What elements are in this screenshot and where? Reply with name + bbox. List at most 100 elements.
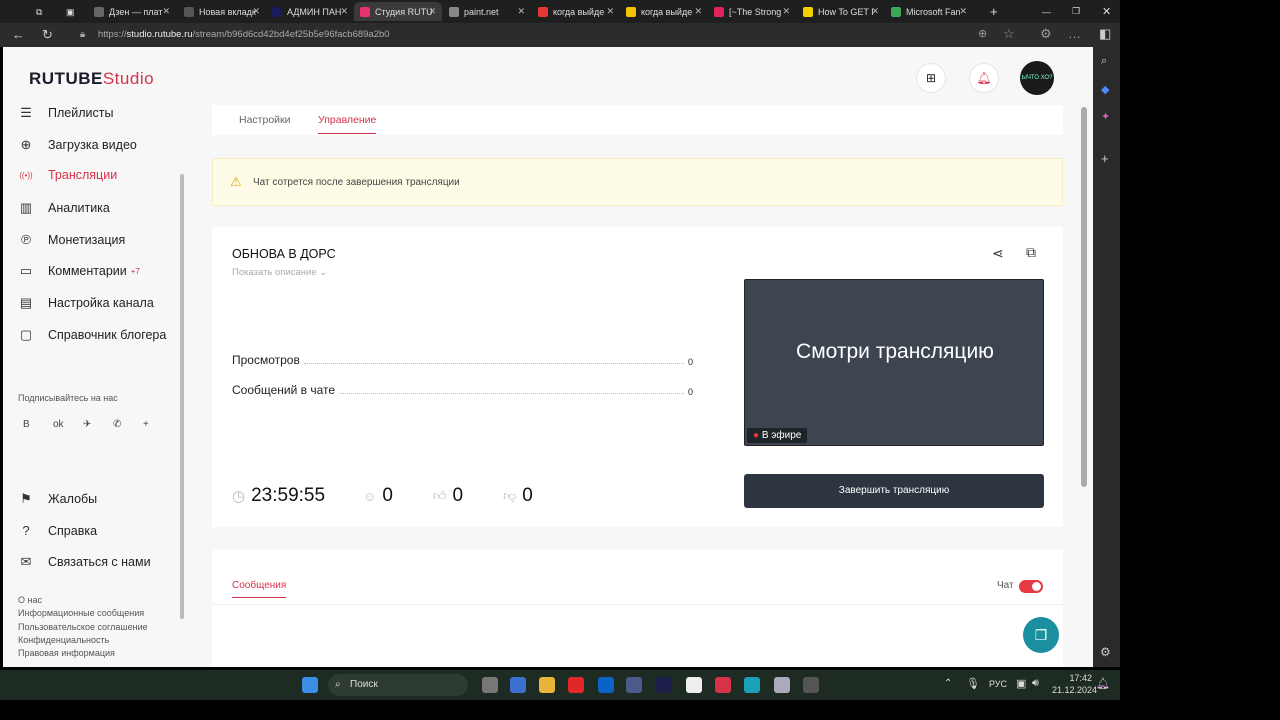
maximize-button[interactable]: ❐ (1066, 2, 1080, 21)
sidebar-bottom-item[interactable]: ✉ Связаться с нами (18, 554, 151, 570)
close-tab-icon[interactable]: ✕ (428, 6, 436, 17)
footer-link[interactable]: Информационные сообщения (18, 608, 144, 618)
browser-tab[interactable]: paint.net ✕ (443, 2, 531, 21)
stat-views: Просмотров 0 (232, 353, 693, 367)
volume-icon[interactable]: 🔊︎ (1032, 677, 1039, 690)
close-tab-icon[interactable]: ✕ (162, 6, 170, 17)
new-tab-button[interactable]: + (984, 2, 998, 21)
close-tab-icon[interactable]: ✕ (517, 6, 525, 17)
footer-link[interactable]: О нас (18, 595, 42, 605)
close-tab-icon[interactable]: ✕ (340, 6, 348, 17)
add-panel-icon[interactable]: + (1101, 151, 1109, 166)
browser-tab[interactable]: Новая вкладк ✕ (178, 2, 266, 21)
favorite-star-icon[interactable]: ☆ (1003, 26, 1015, 42)
more-icon[interactable]: … (1068, 26, 1081, 41)
support-chat-button[interactable]: ❐ (1023, 617, 1059, 653)
stream-card: ОБНОВА В ДОРС Показать описание ⌄ Просмо… (212, 227, 1063, 527)
sidebar-item[interactable]: ☰ Плейлисты (18, 105, 113, 121)
url-field[interactable]: 🔒︎ https://studio.rutube.ru/stream/b96d6c… (76, 27, 976, 43)
close-tab-icon[interactable]: ✕ (252, 6, 260, 17)
sidebar-item[interactable]: ℗ Монетизация (18, 232, 125, 247)
bell-icon: 🔔︎ (976, 71, 992, 85)
browser-tab[interactable]: когда выйде ✕ (620, 2, 708, 21)
back-icon[interactable]: ← (12, 27, 25, 42)
show-description-link[interactable]: Показать описание ⌄ (232, 267, 327, 278)
mic-icon[interactable]: 🎙︎ (966, 677, 980, 690)
browser-tab[interactable]: Студия RUTU ✕ (354, 2, 442, 21)
outlook-icon[interactable] (598, 677, 614, 693)
browser-tab[interactable]: Дзен — плат ✕ (88, 2, 176, 21)
browser-tab[interactable]: когда выйде ✕ (532, 2, 620, 21)
tab-actions-icon[interactable]: ⧉ (30, 3, 42, 22)
store-icon[interactable] (510, 677, 526, 693)
sidebar-toggle-icon[interactable]: ◧ (1099, 26, 1111, 42)
notifications-button[interactable]: 🔔︎ (969, 63, 999, 93)
browser-tab[interactable]: How To GET I ✕ (797, 2, 885, 21)
sidebar-item[interactable]: ▢ Справочник блогера (18, 327, 167, 343)
close-tab-icon[interactable]: ✕ (782, 6, 790, 17)
notification-bell-icon[interactable]: 🔔︎ (1096, 677, 1110, 690)
paint-icon[interactable] (774, 677, 790, 693)
settings-icon[interactable]: ⚙ (1100, 645, 1111, 659)
favicon-icon (538, 6, 548, 17)
social-+-icon[interactable]: + (143, 419, 149, 430)
upload-button[interactable]: ⊞ (916, 63, 946, 93)
app-icon[interactable] (626, 677, 642, 693)
zoom-icon[interactable]: ⊕ (978, 27, 987, 40)
animate-icon[interactable] (656, 677, 672, 693)
tools-icon[interactable]: ✦ (1101, 110, 1110, 123)
social-vk-icon[interactable]: В (23, 419, 30, 430)
sidebar-item-icon: ℗ (21, 232, 31, 247)
footer-link[interactable]: Конфиденциальность (18, 635, 109, 645)
browser-tab[interactable]: АДМИН ПАН ✕ (266, 2, 354, 21)
social-viber-icon[interactable]: ✆ (113, 419, 121, 430)
tray-chevron-icon[interactable]: ⌃ (944, 678, 952, 689)
sidebar-scrollbar[interactable] (180, 112, 184, 662)
footer-link[interactable]: Правовая информация (18, 648, 115, 658)
task-view-icon[interactable] (482, 677, 498, 693)
close-tab-icon[interactable]: ✕ (959, 6, 967, 17)
tab-management[interactable]: Управление (318, 114, 377, 134)
sidebar-bottom-item[interactable]: ⚑ Жалобы (18, 491, 97, 507)
reload-icon[interactable]: ↻ (42, 27, 53, 43)
avatar[interactable]: ЫЧТО ХО? (1020, 61, 1054, 95)
dislike-icon: 👎︎ (503, 488, 517, 503)
social-tg-icon[interactable]: ✈ (83, 419, 91, 430)
browser-tab[interactable]: [~The Strong ✕ (708, 2, 796, 21)
close-window-button[interactable]: ✕ (1096, 2, 1111, 21)
stream-preview[interactable]: Смотри трансляцию ● В эфире (744, 279, 1044, 446)
social-ok-icon[interactable]: ok (53, 419, 64, 430)
notepad-icon[interactable] (686, 677, 702, 693)
browser-tab[interactable]: Microsoft Fan ✕ (885, 2, 973, 21)
roblox-icon[interactable] (803, 677, 819, 693)
footer-link[interactable]: Пользовательское соглашение (18, 622, 148, 632)
minimize-button[interactable]: — (1036, 2, 1051, 21)
network-icon[interactable]: ▣ (1016, 677, 1026, 690)
edge-icon[interactable] (744, 677, 760, 693)
open-external-icon[interactable]: ⧉ (1026, 244, 1036, 261)
explorer-icon[interactable] (539, 677, 555, 693)
sidebar-item[interactable]: ▤ Настройка канала (18, 295, 154, 311)
page-scrollbar[interactable] (1081, 107, 1087, 487)
close-tab-icon[interactable]: ✕ (606, 6, 614, 17)
sidebar-item[interactable]: ⊕ Загрузка видео (18, 137, 137, 153)
sidebar-item[interactable]: ((•)) Трансляции (18, 168, 117, 182)
search-icon[interactable]: ⌕ (1101, 55, 1107, 68)
vertical-tabs-icon[interactable]: ▣ (60, 3, 75, 22)
sidebar-item[interactable]: ▥ Аналитика (18, 200, 110, 216)
taskbar-search[interactable]: ⌕ Поиск (328, 674, 468, 696)
share-icon[interactable]: ⋖ (992, 245, 1004, 262)
close-tab-icon[interactable]: ✕ (694, 6, 702, 17)
tab-settings[interactable]: Настройки (239, 114, 291, 126)
sidebar-item[interactable]: ▭ Комментарии +7 (18, 263, 140, 279)
close-tab-icon[interactable]: ✕ (871, 6, 879, 17)
extensions-icon[interactable]: ⚙ (1040, 26, 1052, 42)
tab-messages[interactable]: Сообщения (232, 580, 287, 598)
copilot-icon[interactable]: ◆ (1101, 83, 1109, 96)
youtube-icon[interactable] (568, 677, 584, 693)
start-button[interactable] (302, 677, 318, 693)
rutube-icon[interactable] (715, 677, 731, 693)
chat-toggle[interactable] (1019, 580, 1043, 593)
sidebar-bottom-item[interactable]: ? Справка (18, 523, 97, 538)
end-stream-button[interactable]: Завершить трансляцию (744, 474, 1044, 508)
